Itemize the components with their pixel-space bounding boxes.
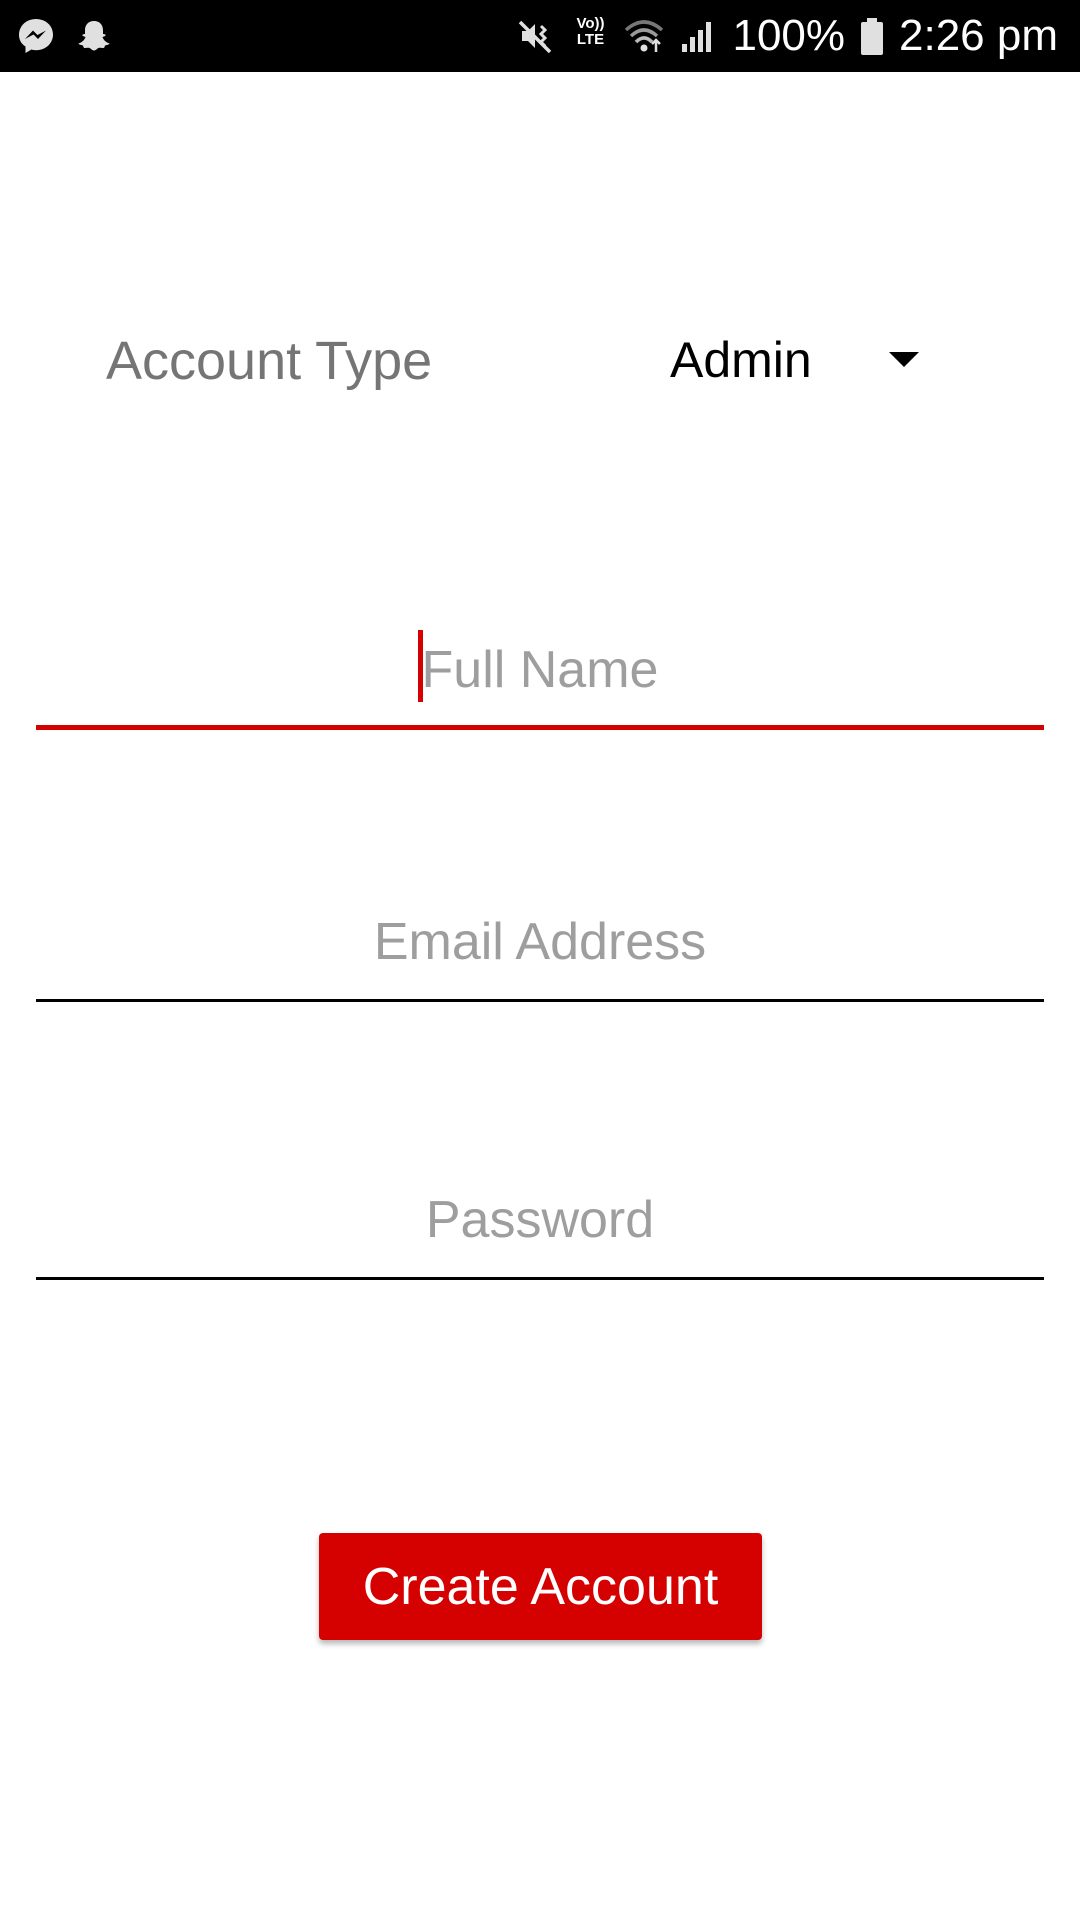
volte-icon: Vo)) LTE (570, 16, 610, 56)
full-name-field-container (36, 590, 1044, 730)
cell-signal-icon (678, 16, 718, 56)
password-underline (36, 1277, 1044, 1280)
email-underline (36, 999, 1044, 1002)
dropdown-arrow-icon (889, 352, 919, 367)
account-type-dropdown[interactable]: Admin (652, 322, 952, 398)
account-type-label: Account Type (106, 331, 433, 391)
password-input[interactable] (36, 1140, 1044, 1280)
messenger-icon (16, 16, 56, 56)
email-input[interactable] (36, 862, 1044, 1002)
snapchat-icon (74, 16, 114, 56)
battery-icon (859, 16, 885, 56)
account-type-value: Admin (670, 332, 812, 388)
battery-percent: 100% (732, 11, 846, 60)
volte-bottom-label: LTE (576, 31, 605, 48)
wifi-icon (624, 16, 664, 56)
vibrate-mute-icon (516, 16, 556, 56)
volte-top-label: Vo)) (576, 15, 605, 32)
text-cursor (418, 630, 423, 702)
clock: 2:26 pm (899, 11, 1058, 60)
password-field-container (36, 1140, 1044, 1280)
create-account-button[interactable]: Create Account (319, 1533, 762, 1640)
full-name-input[interactable] (36, 590, 1044, 730)
system-status: Vo)) LTE 100% 2:26 pm (516, 10, 1058, 62)
email-field-container (36, 862, 1044, 1002)
full-name-underline (36, 725, 1044, 730)
notification-icons (16, 14, 114, 58)
status-bar: Vo)) LTE 100% 2:26 pm (0, 0, 1080, 72)
